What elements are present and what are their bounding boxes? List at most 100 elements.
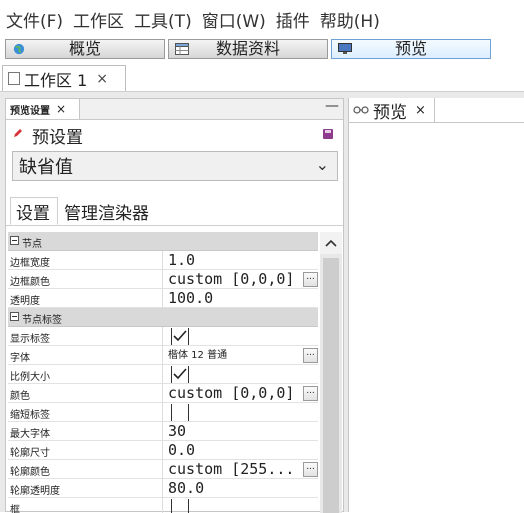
menu-help[interactable]: 帮助(H) (314, 7, 384, 32)
tab-manage-renderers[interactable]: 管理渲染器 (62, 197, 149, 225)
property-value[interactable]: 1.0 (168, 251, 195, 270)
menu-tools[interactable]: 工具(T) (128, 7, 196, 32)
scroll-up-icon[interactable] (320, 232, 342, 254)
panel-tabbar: 预览设置 × — (6, 98, 343, 120)
data-laboratory-button[interactable]: 数据资料 (168, 39, 328, 59)
preview-label: 预览 (394, 39, 427, 58)
menu-bar: 文件(F) 工作区 工具(T) 窗口(W) 插件 帮助(H) (0, 0, 524, 38)
preview-tab-label: 预览 (373, 102, 407, 123)
ellipsis-button[interactable]: ... (303, 348, 318, 363)
category-row[interactable]: 节点 (8, 232, 318, 251)
close-icon[interactable]: × (96, 71, 108, 87)
category-label: 节点 (22, 239, 42, 250)
category-row[interactable]: 节点标签 (8, 308, 318, 327)
collapse-icon[interactable] (10, 312, 19, 321)
property-name: 最大字体 (10, 429, 50, 440)
chevron-down-icon: ⌄ (315, 155, 329, 174)
property-scrollbar[interactable] (320, 232, 342, 513)
preview-panel: 预览 × (348, 98, 524, 512)
scroll-thumb[interactable] (323, 258, 339, 513)
preview-button[interactable]: 预览 (331, 39, 491, 59)
property-value[interactable]: custom [0,0,0] (168, 384, 294, 403)
property-name: 轮廓尺寸 (10, 448, 50, 459)
close-icon[interactable]: × (56, 102, 66, 116)
menu-workspace[interactable]: 工作区 (67, 7, 128, 32)
column-divider (162, 270, 163, 289)
property-row[interactable]: 透明度 100.0 (8, 289, 318, 308)
unchecked-checkbox[interactable] (171, 499, 189, 513)
property-value[interactable]: 100.0 (168, 289, 213, 308)
property-name: 轮廓颜色 (10, 467, 50, 478)
link-icon (353, 106, 369, 114)
category-label: 节点标签 (22, 315, 62, 326)
property-row[interactable]: 边框颜色 custom [0,0,0]... (8, 270, 318, 289)
minimize-icon[interactable]: — (325, 98, 339, 114)
preview-settings-tab-label: 预览设置 (10, 105, 50, 117)
property-row[interactable]: 显示标签 (8, 327, 318, 346)
preset-header: 预设置 (6, 121, 343, 148)
ellipsis-button[interactable]: ... (303, 272, 318, 287)
checked-checkbox[interactable] (171, 328, 189, 345)
property-sheet: 节点边框宽度 1.0 边框颜色 custom [0,0,0]... 透明度 100.0 节点… (8, 232, 318, 513)
property-row[interactable]: 轮廓尺寸 0.0 (8, 441, 318, 460)
property-value[interactable]: 0.0 (168, 441, 195, 460)
property-name: 轮廓透明度 (10, 486, 60, 497)
property-value[interactable]: 80.0 (168, 479, 204, 498)
workspace-tab-label: 工作区 1 (24, 70, 88, 90)
checked-checkbox[interactable] (171, 366, 189, 383)
tab-settings[interactable]: 设置 (10, 197, 58, 225)
main-toolbar: 概览 数据资料 预览 (0, 38, 524, 62)
property-row[interactable]: 比例大小 (8, 365, 318, 384)
property-row[interactable]: 框 (8, 498, 318, 513)
preset-select[interactable]: 缺省值 ⌄ (12, 151, 338, 181)
column-divider (162, 346, 163, 365)
menu-file[interactable]: 文件(F) (0, 7, 67, 32)
property-value[interactable]: custom [255... (168, 460, 294, 479)
property-name: 缩短标签 (10, 410, 50, 421)
data-laboratory-label: 数据资料 (215, 39, 280, 58)
column-divider (162, 422, 163, 441)
property-name: 边框颜色 (10, 277, 50, 288)
settings-subtabs: 设置 管理渲染器 (6, 197, 343, 226)
property-value[interactable]: 楷体 12 普通 (168, 346, 227, 365)
property-name: 透明度 (10, 296, 40, 307)
close-icon[interactable]: × (415, 103, 426, 118)
property-row[interactable]: 轮廓颜色 custom [255...... (8, 460, 318, 479)
overview-button[interactable]: 概览 (5, 39, 165, 59)
menu-plugins[interactable]: 插件 (270, 7, 314, 32)
property-name: 框 (10, 505, 20, 513)
tab-preview-settings[interactable]: 预览设置 × (6, 99, 80, 119)
property-name: 比例大小 (10, 372, 50, 383)
property-row[interactable]: 轮廓透明度 80.0 (8, 479, 318, 498)
ellipsis-button[interactable]: ... (303, 386, 318, 401)
tab-underline (435, 122, 524, 123)
column-divider (162, 479, 163, 498)
tab-workspace-1[interactable]: 工作区 1 × (2, 65, 126, 91)
overview-label: 概览 (68, 39, 101, 58)
ellipsis-button[interactable]: ... (303, 462, 318, 477)
property-name: 边框宽度 (10, 258, 50, 269)
property-row[interactable]: 最大字体 30 (8, 422, 318, 441)
property-value[interactable]: custom [0,0,0] (168, 270, 294, 289)
workspace-body: 预览设置 × — 预设置 缺省值 ⌄ 设置 管理渲染器 节点 边框宽度 1.0 边框颜… (0, 92, 524, 513)
column-divider (162, 460, 163, 479)
property-row[interactable]: 字体 楷体 12 普通... (8, 346, 318, 365)
property-name: 字体 (10, 353, 30, 364)
unchecked-checkbox[interactable] (171, 404, 189, 421)
property-row[interactable]: 缩短标签 (8, 403, 318, 422)
column-divider (162, 441, 163, 460)
property-name: 显示标签 (10, 334, 50, 345)
property-name: 颜色 (10, 391, 30, 402)
tab-preview[interactable]: 预览 × (349, 98, 435, 123)
menu-window[interactable]: 窗口(W) (196, 7, 270, 32)
pencil-icon (14, 129, 22, 137)
preset-title: 预设置 (32, 128, 83, 148)
property-value[interactable]: 30 (168, 422, 186, 441)
property-row[interactable]: 颜色 custom [0,0,0]... (8, 384, 318, 403)
preset-select-value: 缺省值 (19, 157, 73, 178)
workspace-tabstrip: 工作区 1 × (0, 63, 524, 92)
column-divider (162, 498, 163, 513)
property-row[interactable]: 边框宽度 1.0 (8, 251, 318, 270)
collapse-icon[interactable] (10, 236, 19, 245)
save-icon[interactable] (323, 129, 333, 139)
